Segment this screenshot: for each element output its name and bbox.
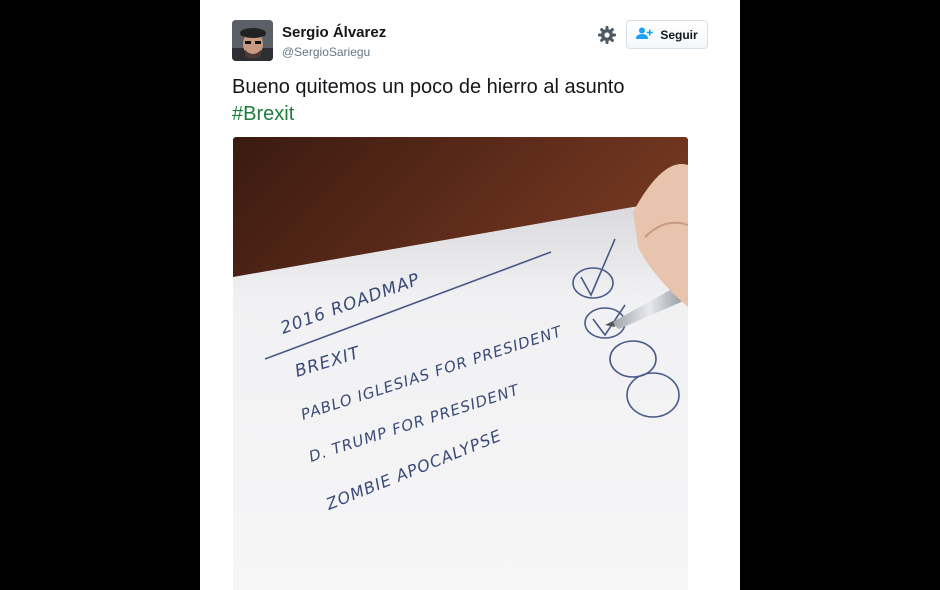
author-handle[interactable]: @SergioSariegu [282,45,370,59]
follow-button-label: Seguir [660,27,698,42]
tweet-text: Bueno quitemos un poco de hierro al asun… [232,74,702,128]
avatar[interactable] [232,20,273,61]
add-user-icon [636,27,654,43]
tweet-body: Bueno quitemos un poco de hierro al asun… [232,76,625,98]
follow-button[interactable]: Seguir [626,20,708,49]
avatar-photo [232,20,273,61]
gear-icon[interactable] [597,25,617,45]
hashtag-link[interactable]: #Brexit [232,103,294,125]
tweet-photo[interactable]: 2016 ROADMAP BREXIT PABLO IGLESIAS FOR P… [233,137,688,590]
tweet-card: Sergio Álvarez @SergioSariegu Seguir Bue… [200,0,740,590]
handwritten-roadmap-photo: 2016 ROADMAP BREXIT PABLO IGLESIAS FOR P… [233,137,688,590]
author-name[interactable]: Sergio Álvarez [282,24,386,41]
